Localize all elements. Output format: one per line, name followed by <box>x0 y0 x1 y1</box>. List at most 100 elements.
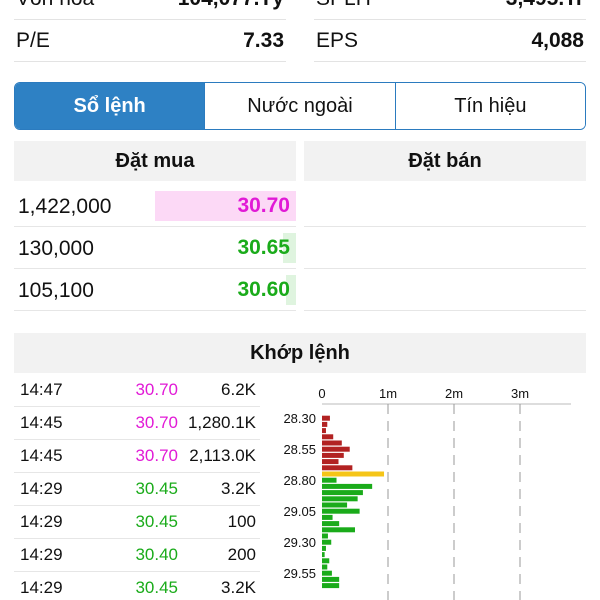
sell-order-row <box>304 269 586 311</box>
stat-row-pe-eps: P/E 7.33 EPS 4,088 <box>14 22 586 62</box>
stat-label: EPS <box>316 29 359 52</box>
trade-price: 30.45 <box>135 479 178 498</box>
trade-time: 14:29 <box>20 479 63 498</box>
trade-row: 14:29 30.45 3.2K <box>14 572 260 600</box>
trade-row: 14:29 30.45 100 <box>14 506 260 539</box>
stat-label: Vốn hóa <box>16 0 94 11</box>
stat-value: 4,088 <box>531 29 584 52</box>
trade-row: 14:29 30.40 200 <box>14 539 260 572</box>
trade-row: 14:29 30.45 3.2K <box>14 473 260 506</box>
trade-time: 14:29 <box>20 512 63 531</box>
stat-value: 3,495.Tr <box>506 0 584 11</box>
volume-bar <box>322 564 328 570</box>
stat-value: 7.33 <box>243 29 284 52</box>
buy-order-row: 1,422,000 30.70 <box>14 185 296 227</box>
buy-volume: 1,422,000 <box>18 195 112 218</box>
y-tick-label: 29.05 <box>283 504 316 519</box>
volume-bar <box>322 483 373 489</box>
volume-bar <box>322 459 339 465</box>
buy-price: 30.65 <box>237 236 290 259</box>
trade-price: 30.70 <box>135 380 178 399</box>
buy-price: 30.70 <box>237 194 290 217</box>
volume-bar <box>322 527 355 533</box>
volume-bar <box>322 440 342 446</box>
stat-pe: P/E 7.33 <box>14 22 286 62</box>
volume-bar <box>322 496 358 502</box>
stat-row-market-cap: Vốn hóa 104,077.Tỷ SPLH 3,495.Tr <box>14 0 586 20</box>
trade-time: 14:47 <box>20 380 63 399</box>
volume-bar <box>322 508 360 514</box>
tab-signals[interactable]: Tín hiệu <box>394 83 585 129</box>
volume-by-price-chart: 0 1m 2m 3m 28.30 28.55 28.80 29.05 29.30 29.55 <box>283 386 571 600</box>
volume-bar <box>322 490 363 496</box>
volume-bar <box>322 502 348 508</box>
y-tick-label: 29.55 <box>283 566 316 581</box>
trade-volume: 3.2K <box>221 479 256 498</box>
sell-orders-header: Đặt bán <box>304 141 586 181</box>
trade-volume: 6.2K <box>221 380 256 399</box>
volume-bar <box>322 570 332 576</box>
stat-label: P/E <box>16 29 50 52</box>
segmented-tabs: Sổ lệnh Nước ngoài Tín hiệu <box>14 82 586 130</box>
trade-volume: 1,280.1K <box>187 413 256 432</box>
trade-time: 14:45 <box>20 446 63 465</box>
y-tick-label: 28.55 <box>283 442 316 457</box>
x-tick-label: 2m <box>445 386 463 401</box>
x-tick-label: 1m <box>379 386 397 401</box>
volume-bar <box>322 415 330 421</box>
volume-bar <box>322 428 326 434</box>
trade-volume: 3.2K <box>221 578 256 597</box>
volume-bar <box>322 452 344 458</box>
volume-bar <box>322 514 333 520</box>
stat-label: SPLH <box>316 0 371 11</box>
tab-foreign[interactable]: Nước ngoài <box>204 83 395 129</box>
trade-volume: 200 <box>227 545 256 564</box>
buy-order-row: 105,100 30.60 <box>14 269 296 311</box>
y-tick-label: 28.30 <box>283 411 316 426</box>
trade-time: 14:29 <box>20 545 63 564</box>
volume-bar <box>322 471 385 477</box>
stat-market-cap: Vốn hóa 104,077.Tỷ <box>14 0 286 20</box>
volume-bar <box>322 434 334 440</box>
trade-price: 30.40 <box>135 545 178 564</box>
buy-volume: 130,000 <box>18 237 94 260</box>
buy-orders-header: Đặt mua <box>14 141 296 181</box>
matched-orders-header: Khớp lệnh <box>14 333 586 373</box>
volume-bar <box>322 477 337 483</box>
trade-time: 14:29 <box>20 578 63 597</box>
volume-bar <box>322 446 350 452</box>
trade-price: 30.45 <box>135 578 178 597</box>
volume-bar <box>322 583 340 589</box>
buy-order-row: 130,000 30.65 <box>14 227 296 269</box>
stat-eps: EPS 4,088 <box>314 22 586 62</box>
volume-bar <box>322 545 326 551</box>
volume-bar <box>322 421 328 427</box>
trade-price: 30.70 <box>135 446 178 465</box>
x-tick-label: 3m <box>511 386 529 401</box>
volume-bar <box>322 558 330 564</box>
sell-order-row <box>304 185 586 227</box>
volume-bar <box>322 521 340 527</box>
trade-price: 30.70 <box>135 413 178 432</box>
stat-value: 104,077.Tỷ <box>178 0 284 11</box>
trade-volume: 100 <box>227 512 256 531</box>
volume-bar <box>322 465 353 471</box>
trade-row: 14:45 30.70 2,113.0K <box>14 440 260 473</box>
y-tick-label: 28.80 <box>283 473 316 488</box>
volume-bar <box>322 539 332 545</box>
trade-time: 14:45 <box>20 413 63 432</box>
trade-price: 30.45 <box>135 512 178 531</box>
stat-shares-outstanding: SPLH 3,495.Tr <box>314 0 586 20</box>
sell-order-row <box>304 227 586 269</box>
buy-volume: 105,100 <box>18 279 94 302</box>
buy-price: 30.60 <box>237 278 290 301</box>
trade-row: 14:47 30.70 6.2K <box>14 374 260 407</box>
volume-bar <box>322 552 325 558</box>
trade-row: 14:45 30.70 1,280.1K <box>14 407 260 440</box>
volume-bar <box>322 576 340 582</box>
tab-order-book[interactable]: Sổ lệnh <box>15 83 205 129</box>
trade-volume: 2,113.0K <box>189 446 256 465</box>
y-tick-label: 29.30 <box>283 535 316 550</box>
volume-bar <box>322 533 328 539</box>
x-tick-label: 0 <box>318 386 325 401</box>
